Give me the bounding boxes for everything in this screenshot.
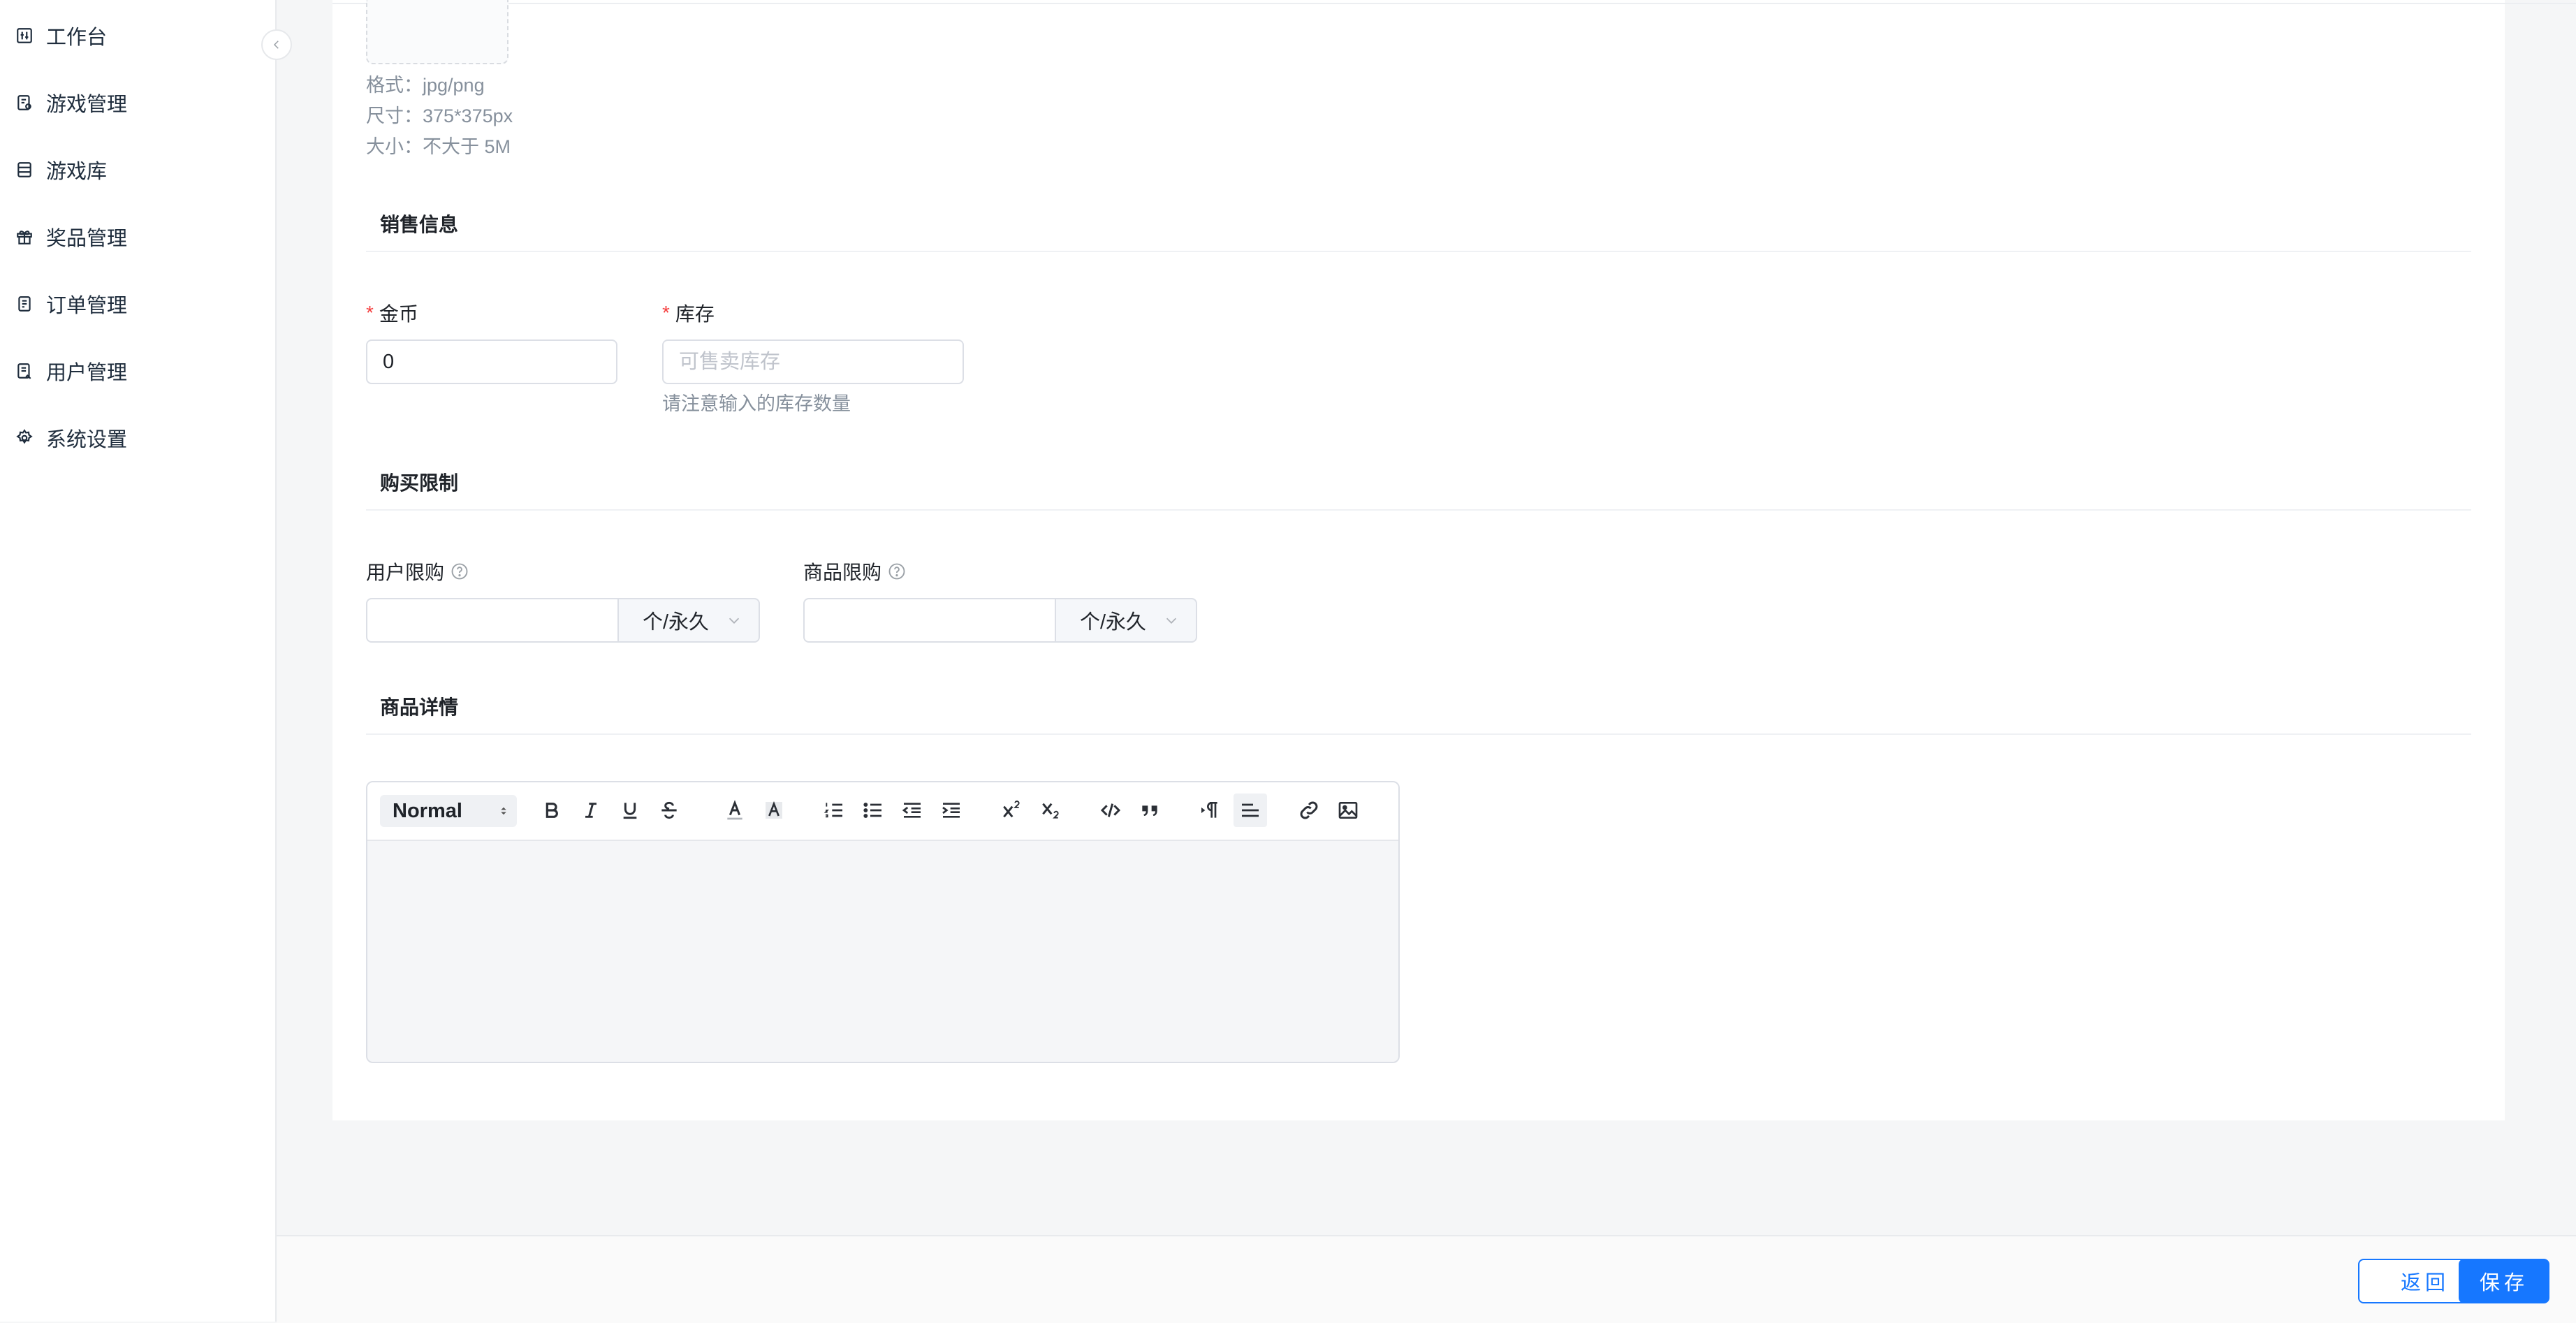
- user-manage-icon: [15, 362, 34, 380]
- sidebar-item-label: 订单管理: [46, 295, 128, 317]
- image-filesize-hint: 大小：不大于 5M: [366, 136, 511, 157]
- code-block-icon[interactable]: [1098, 798, 1123, 823]
- image-upload-box[interactable]: [366, 0, 508, 64]
- rich-text-editor: Normal: [366, 781, 1400, 1063]
- heading-select[interactable]: Normal: [380, 795, 517, 827]
- sidebar-item-game-library[interactable]: 游戏库: [15, 149, 107, 191]
- sidebar-item-game-manage[interactable]: 游戏管理: [15, 82, 127, 124]
- text-color-icon[interactable]: [722, 798, 747, 823]
- chevron-down-icon: [729, 617, 740, 624]
- product-limit-group: 个/永久: [803, 598, 1197, 643]
- section-divider: [366, 733, 2471, 735]
- question-circle-icon[interactable]: [450, 562, 469, 581]
- sidebar-item-label: 游戏管理: [46, 94, 128, 116]
- blockquote-icon[interactable]: [1137, 798, 1162, 823]
- game-library-icon: [15, 161, 34, 179]
- updown-arrows-icon: [501, 807, 506, 815]
- coins-label-text: 金币: [379, 303, 418, 325]
- footer-bar: [277, 1235, 2576, 1323]
- stock-label: * 库存: [662, 299, 715, 327]
- gift-icon: [15, 228, 34, 246]
- bullet-list-icon[interactable]: [861, 798, 886, 823]
- section-title-details: 商品详情: [380, 696, 459, 718]
- editor-content-area[interactable]: [367, 841, 1398, 1062]
- required-asterisk: *: [366, 302, 374, 323]
- bold-icon[interactable]: [539, 798, 564, 823]
- sidebar-item-system-settings[interactable]: 系统设置: [15, 417, 127, 459]
- user-limit-label: 用户限购: [366, 557, 469, 585]
- sidebar-item-user-manage[interactable]: 用户管理: [15, 350, 127, 392]
- italic-icon[interactable]: [578, 798, 603, 823]
- sidebar-item-label: 用户管理: [46, 362, 128, 384]
- section-title-limits: 购买限制: [380, 472, 459, 494]
- chevron-left-icon: [273, 41, 279, 49]
- image-size-hint: 尺寸：375*375px: [366, 105, 513, 126]
- editor-toolbar: Normal: [367, 782, 1398, 841]
- user-limit-group: 个/永久: [366, 598, 760, 643]
- strikethrough-icon[interactable]: [657, 798, 682, 823]
- user-limit-input[interactable]: [366, 598, 617, 643]
- underline-icon[interactable]: [617, 798, 643, 823]
- sidebar-item-label: 系统设置: [46, 429, 128, 451]
- text-direction-icon[interactable]: [1197, 798, 1222, 823]
- sidebar-item-label: 工作台: [46, 27, 108, 49]
- required-asterisk: *: [662, 302, 670, 323]
- stock-label-text: 库存: [675, 303, 715, 325]
- gear-icon: [15, 429, 34, 447]
- sidebar-item-order-manage[interactable]: 订单管理: [15, 283, 127, 325]
- indent-icon[interactable]: [939, 798, 964, 823]
- section-divider: [366, 251, 2471, 252]
- heading-select-value: Normal: [393, 799, 462, 822]
- subscript-icon[interactable]: [1038, 798, 1063, 823]
- background-color-icon[interactable]: [761, 798, 786, 823]
- sidebar-item-gift-manage[interactable]: 奖品管理: [15, 216, 127, 258]
- image-format-hint: 格式：jpg/png: [366, 75, 485, 96]
- sidebar-item-label: 游戏库: [46, 161, 108, 183]
- sidebar-item-label: 奖品管理: [46, 228, 128, 250]
- question-circle-icon[interactable]: [887, 562, 907, 581]
- align-icon[interactable]: [1234, 794, 1267, 827]
- coins-label: * 金币: [366, 299, 418, 327]
- stock-input[interactable]: [662, 339, 964, 384]
- superscript-icon[interactable]: [999, 798, 1024, 823]
- order-icon: [15, 295, 34, 313]
- ordered-list-icon[interactable]: [821, 798, 847, 823]
- stock-hint: 请注意输入的库存数量: [662, 393, 851, 414]
- product-limit-label-text: 商品限购: [803, 562, 882, 583]
- section-divider: [366, 509, 2471, 511]
- section-title-sales: 销售信息: [380, 214, 459, 235]
- sidebar: 工作台 游戏管理 游戏库 奖品管理 订单管理 用户管理 系统设置: [0, 0, 277, 1322]
- workbench-icon: [15, 27, 34, 45]
- product-limit-label: 商品限购: [803, 557, 907, 585]
- link-icon[interactable]: [1296, 798, 1322, 823]
- chevron-down-icon: [1166, 617, 1177, 624]
- product-limit-input[interactable]: [803, 598, 1055, 643]
- user-limit-label-text: 用户限购: [366, 562, 445, 583]
- coins-input[interactable]: [366, 339, 617, 384]
- game-manage-icon: [15, 94, 34, 112]
- product-limit-unit-select[interactable]: 个/永久: [1055, 598, 1197, 643]
- save-button[interactable]: 保存: [2459, 1259, 2549, 1303]
- product-limit-unit-value: 个/永久: [1080, 611, 1147, 634]
- top-divider: [332, 3, 2576, 4]
- user-limit-unit-value: 个/永久: [643, 611, 710, 634]
- sidebar-collapse-button[interactable]: [261, 29, 292, 60]
- user-limit-unit-select[interactable]: 个/永久: [617, 598, 760, 643]
- image-icon[interactable]: [1335, 798, 1361, 823]
- sidebar-item-workbench[interactable]: 工作台: [15, 15, 107, 57]
- outdent-icon[interactable]: [900, 798, 925, 823]
